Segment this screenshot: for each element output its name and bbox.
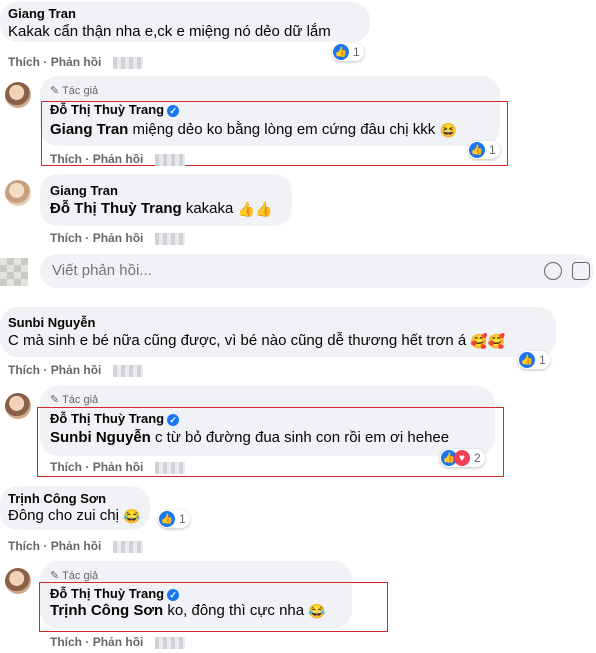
comment-body: kakaka [181,200,234,217]
author-badge-label: Tác giả [62,85,99,97]
like-button[interactable]: Thích [50,460,82,474]
reaction-count: 1 [353,45,360,59]
avatar[interactable] [5,393,31,419]
like-icon: 👍 [333,44,349,60]
highlight-box [39,582,388,632]
like-button[interactable]: Thích [8,539,40,553]
separator: · [43,363,48,377]
current-user-avatar-pixelated [0,258,28,286]
timestamp-blurred [154,153,185,166]
author-badge: ✎ Tác giả [50,569,98,582]
comment-text: Kakak cẩn thận nha e,ck e miệng nó dẻo d… [8,23,331,40]
commenter-name[interactable]: Giang Tran [50,183,118,198]
separator: · [85,635,90,649]
comment-actions: Thích · Phản hồi [50,635,185,649]
like-button[interactable]: Thích [8,55,40,69]
reply-button[interactable]: Phản hồi [93,635,144,649]
reply-button[interactable]: Phản hồi [51,363,102,377]
like-button[interactable]: Thích [50,635,82,649]
comment-actions: Thích · Phản hồi [8,539,143,553]
reaction-count: 1 [539,353,546,367]
comment-actions: Thích · Phản hồi [50,231,185,245]
timestamp-blurred [112,56,143,69]
comment-text: C mà sinh e bé nữa cũng được, vì bé nào … [8,332,505,350]
separator: · [85,460,90,474]
timestamp-blurred [112,540,143,553]
like-button[interactable]: Thích [50,231,82,245]
reaction-count: 1 [179,512,186,526]
comment-actions: Thích · Phản hồi [8,363,143,377]
timestamp-blurred [154,461,185,474]
comment-text: Đỗ Thị Thuỳ Trang kakaka 👍👍 [50,200,272,218]
commenter-name[interactable]: Trịnh Công Sơn [8,491,106,506]
separator: · [43,539,48,553]
like-icon: 👍 [159,511,175,527]
camera-icon[interactable] [572,262,590,280]
author-badge: ✎ Tác giả [50,84,98,97]
like-button[interactable]: Thích [8,363,40,377]
separator: · [85,231,90,245]
separator: · [43,55,48,69]
author-badge-label: Tác giả [62,570,99,582]
comment-actions: Thích · Phản hồi [50,460,185,474]
timestamp-blurred [154,636,185,649]
reaction-summary[interactable]: 👍 1 [518,351,550,369]
reply-button[interactable]: Phản hồi [93,231,144,245]
reply-input[interactable] [50,261,494,280]
author-badge: ✎ Tác giả [50,393,98,406]
reaction-summary[interactable]: 👍 1 [332,43,364,61]
author-badge-label: Tác giả [62,394,99,406]
comment-actions: Thích · Phản hồi [50,152,185,166]
commenter-name[interactable]: Sunbi Nguyễn [8,315,95,330]
pencil-icon: ✎ [50,394,60,406]
separator: · [85,152,90,166]
comment-text: Đông cho zui chị 😂 [8,507,141,525]
comment-actions: Thích · Phản hồi [8,55,143,69]
reply-input-container[interactable] [40,254,594,288]
pencil-icon: ✎ [50,570,60,582]
comment-body: Đông cho zui chị [8,507,119,524]
reply-button[interactable]: Phản hồi [51,55,102,69]
reply-button[interactable]: Phản hồi [51,539,102,553]
avatar[interactable] [5,82,31,108]
timestamp-blurred [154,232,185,245]
pencil-icon: ✎ [50,85,60,97]
reply-button[interactable]: Phản hồi [93,460,144,474]
like-icon: 👍 [519,352,535,368]
mention-tag[interactable]: Đỗ Thị Thuỳ Trang [50,200,182,217]
emoji-icon[interactable] [544,262,562,280]
reply-button[interactable]: Phản hồi [93,152,144,166]
reaction-summary[interactable]: 👍 1 [158,510,190,528]
timestamp-blurred [112,364,143,377]
tears-of-joy-emoji-icon: 😂 [123,507,141,524]
thumbs-up-emoji-icon: 👍👍 [237,200,273,217]
commenter-name[interactable]: Giang Tran [8,6,76,21]
avatar[interactable] [5,568,31,594]
smiling-hearts-emoji-icon: 🥰🥰 [470,332,506,349]
avatar[interactable] [5,180,31,206]
like-button[interactable]: Thích [50,152,82,166]
comment-body: C mà sinh e bé nữa cũng được, vì bé nào … [8,332,467,349]
